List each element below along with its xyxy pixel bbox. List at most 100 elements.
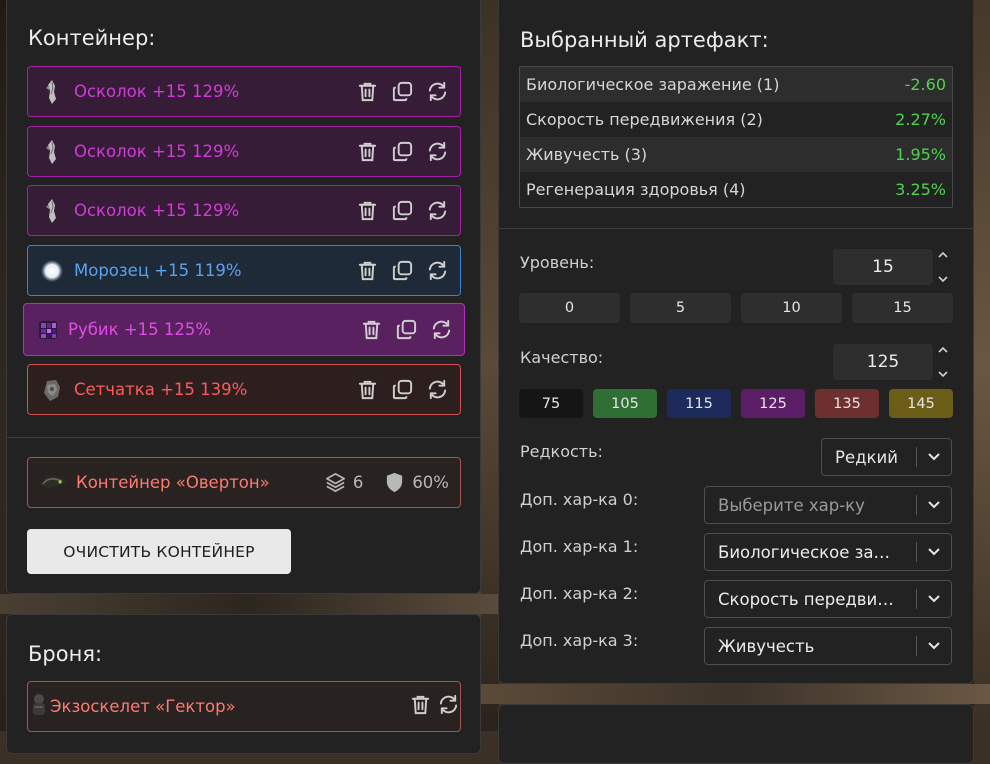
artifact-label: Рубик +15 125%	[68, 320, 212, 339]
artifact-icon	[41, 198, 63, 224]
quality-stepper[interactable]	[936, 345, 950, 379]
copy-icon[interactable]	[391, 199, 414, 222]
copy-icon[interactable]	[391, 140, 414, 163]
swap-icon[interactable]	[426, 259, 449, 282]
artifact-icon	[41, 79, 63, 105]
swap-icon[interactable]	[430, 318, 453, 341]
quality-preset-button[interactable]: 125	[741, 389, 805, 418]
container-artifact-item[interactable]: Осколок +15 129%	[27, 126, 461, 177]
trash-icon[interactable]	[409, 693, 432, 716]
chevron-down-icon	[917, 452, 951, 462]
container-title: Контейнер:	[28, 26, 156, 50]
swap-icon[interactable]	[426, 199, 449, 222]
divider	[7, 437, 480, 438]
armor-item[interactable]: Экзоскелет «Гектор»	[27, 681, 461, 732]
stat-row: Регенерация здоровья (4) 3.25%	[520, 172, 952, 207]
level-preset-button[interactable]: 15	[852, 293, 953, 323]
container-icon	[38, 471, 68, 495]
quality-preset-button[interactable]: 115	[667, 389, 731, 418]
trash-icon[interactable]	[356, 80, 379, 103]
trash-icon[interactable]	[356, 140, 379, 163]
level-input[interactable]: 15	[833, 249, 933, 285]
artifact-title: Выбранный артефакт:	[520, 28, 769, 52]
level-preset-button[interactable]: 10	[741, 293, 842, 323]
chevron-down-icon[interactable]	[937, 274, 949, 284]
stat-name: Скорость передвижения (2)	[526, 110, 763, 129]
stat-name: Регенерация здоровья (4)	[526, 180, 746, 199]
trash-icon[interactable]	[360, 318, 383, 341]
swap-icon[interactable]	[426, 140, 449, 163]
copy-icon[interactable]	[391, 378, 414, 401]
extra-stat-select[interactable]: Выберите хар-ку	[704, 486, 952, 524]
artifact-label: Осколок +15 129%	[74, 82, 240, 101]
extra-stat-select[interactable]: Скорость передви…	[704, 580, 952, 618]
chevron-down-icon	[917, 500, 951, 510]
quality-input[interactable]: 125	[833, 344, 933, 380]
quality-preset-button[interactable]: 75	[519, 389, 583, 418]
quality-preset-button[interactable]: 105	[593, 389, 657, 418]
container-name: Контейнер «Овертон»	[76, 473, 270, 492]
level-label: Уровень:	[520, 253, 595, 272]
extra-stat-value: Скорость передви…	[718, 589, 894, 609]
extra-stat-value: Биологическое за…	[718, 542, 890, 562]
stat-value: 3.25%	[895, 180, 946, 199]
artifact-stats-table: Биологическое заражение (1) -2.60 Скорост…	[519, 66, 953, 208]
slots-stat: 6 60%	[324, 471, 449, 494]
trash-icon[interactable]	[356, 259, 379, 282]
extra-stat-select[interactable]: Живучесть	[704, 627, 952, 665]
level-stepper[interactable]	[936, 250, 950, 284]
container-artifact-item[interactable]: Морозец +15 119%	[27, 245, 461, 296]
stat-name: Живучесть (3)	[526, 145, 648, 164]
lower-panel	[498, 704, 974, 764]
chevron-up-icon[interactable]	[937, 250, 949, 260]
chevron-down-icon	[917, 641, 951, 651]
rarity-select[interactable]: Редкий	[821, 438, 952, 476]
level-preset-button[interactable]: 0	[519, 293, 620, 323]
trash-icon[interactable]	[356, 199, 379, 222]
artifact-icon	[41, 258, 63, 284]
armor-title: Броня:	[28, 642, 103, 666]
artifact-panel: Выбранный артефакт: Биологическое зараже…	[498, 0, 974, 684]
container-artifact-item[interactable]: Осколок +15 129%	[27, 66, 461, 117]
container-artifact-item[interactable]: Рубик +15 125%	[23, 303, 465, 356]
trash-icon[interactable]	[356, 378, 379, 401]
extra-stat-select[interactable]: Биологическое за…	[704, 533, 952, 571]
stat-row: Биологическое заражение (1) -2.60	[520, 67, 952, 102]
stat-row: Скорость передвижения (2) 2.27%	[520, 102, 952, 137]
artifact-label: Сетчатка +15 139%	[74, 380, 248, 399]
swap-icon[interactable]	[426, 378, 449, 401]
stat-value: 2.27%	[895, 110, 946, 129]
container-item[interactable]: Контейнер «Овертон» 6 60%	[27, 457, 461, 508]
rarity-value: Редкий	[835, 447, 898, 467]
artifact-label: Осколок +15 129%	[74, 142, 240, 161]
level-presets: 0 5 10 15	[519, 293, 953, 323]
extra-stat-label: Доп. хар-ка 3:	[520, 631, 639, 650]
level-preset-button[interactable]: 5	[630, 293, 731, 323]
chevron-up-icon[interactable]	[937, 345, 949, 355]
quality-presets: 75 105 115 125 135 145	[519, 389, 953, 418]
copy-icon[interactable]	[391, 80, 414, 103]
chevron-down-icon	[917, 594, 951, 604]
artifact-label: Осколок +15 129%	[74, 201, 240, 220]
layers-icon	[324, 471, 347, 494]
artifact-label: Морозец +15 119%	[74, 261, 242, 280]
shield-icon	[383, 471, 406, 494]
swap-icon[interactable]	[426, 80, 449, 103]
container-artifact-item[interactable]: Сетчатка +15 139%	[27, 364, 461, 415]
container-artifact-item[interactable]: Осколок +15 129%	[27, 185, 461, 236]
quality-preset-button[interactable]: 135	[815, 389, 879, 418]
artifact-icon	[41, 377, 63, 403]
artifact-icon	[37, 317, 59, 343]
copy-icon[interactable]	[391, 259, 414, 282]
armor-panel: Броня: Экзоскелет «Гектор»	[6, 614, 481, 754]
stat-name: Биологическое заражение (1)	[526, 75, 780, 94]
protection-value: 60%	[412, 473, 449, 492]
extra-stat-label: Доп. хар-ка 0:	[520, 490, 639, 509]
clear-container-button[interactable]: ОЧИСТИТЬ КОНТЕЙНЕР	[27, 529, 291, 574]
quality-preset-button[interactable]: 145	[889, 389, 953, 418]
extra-stat-value: Выберите хар-ку	[718, 495, 865, 515]
swap-icon[interactable]	[437, 693, 460, 716]
chevron-down-icon[interactable]	[937, 369, 949, 379]
copy-icon[interactable]	[395, 318, 418, 341]
divider	[499, 228, 973, 229]
